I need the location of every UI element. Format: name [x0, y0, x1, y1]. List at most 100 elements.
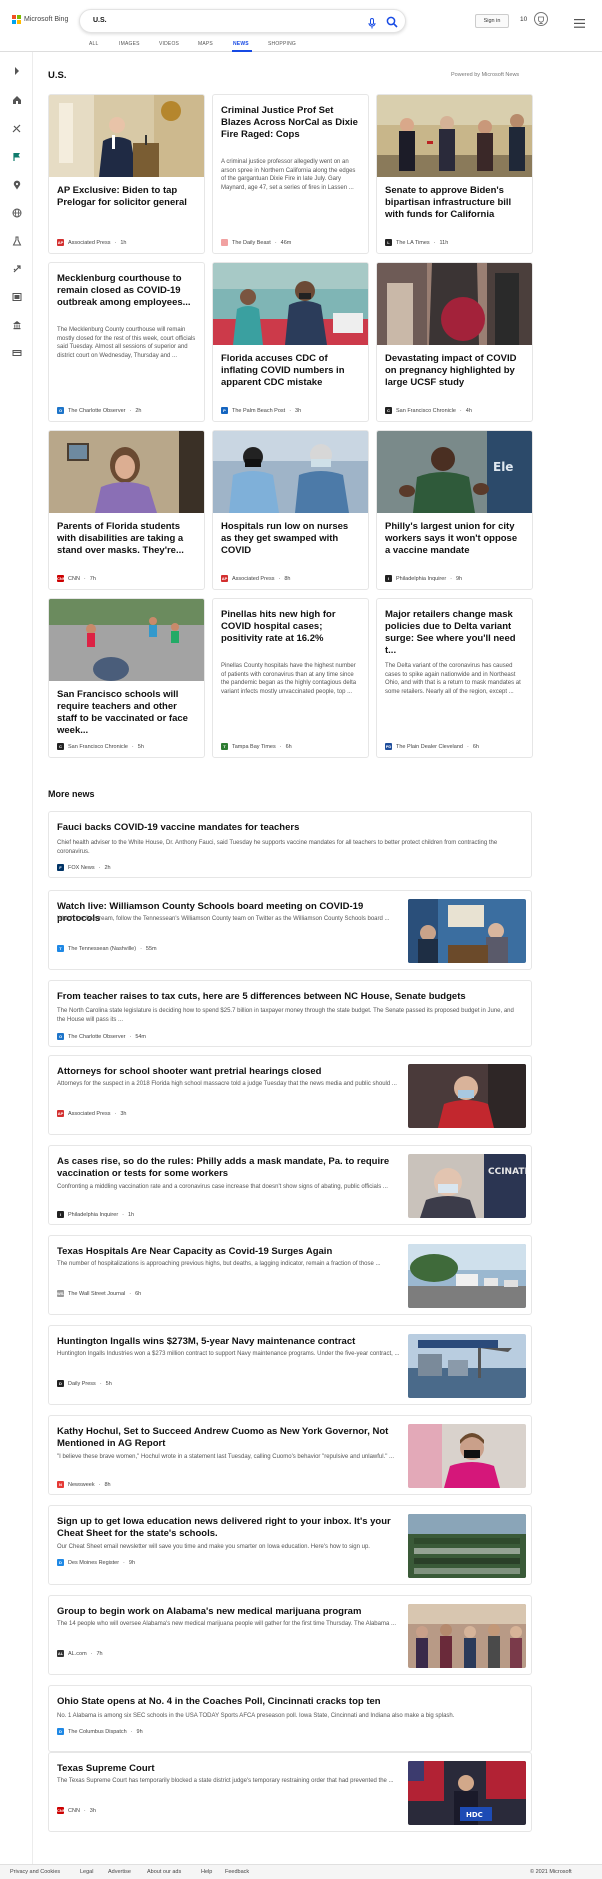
tab-shopping[interactable]: SHOPPING	[268, 41, 296, 47]
collapse-arrow-icon[interactable]	[11, 65, 22, 76]
list-item-title[interactable]: Group to begin work on Alabama's new med…	[57, 1606, 402, 1618]
card-title[interactable]: San Francisco schools will require teach…	[57, 689, 197, 737]
entertainment-icon[interactable]	[11, 291, 22, 302]
footer-link-help[interactable]: Help	[201, 1869, 212, 1875]
card-source: I Philadelphia Inquirer · 9h	[385, 575, 462, 582]
card-title[interactable]: Parents of Florida students with disabil…	[57, 521, 197, 557]
news-card[interactable]: Hospitals run low on nurses as they get …	[212, 430, 369, 590]
sign-in-button[interactable]: Sign in	[475, 14, 509, 28]
footer-link-privacy[interactable]: Privacy and Cookies	[10, 1869, 60, 1875]
world-icon[interactable]	[11, 207, 22, 218]
news-list-item[interactable]: From teacher raises to tax cuts, here ar…	[48, 980, 532, 1047]
card-title[interactable]: Criminal Justice Prof Set Blazes Across …	[221, 105, 361, 141]
news-card[interactable]: Senate to approve Biden's bipartisan inf…	[376, 94, 533, 254]
card-source: CNN CNN · 7h	[57, 575, 96, 582]
list-item-title[interactable]: From teacher raises to tax cuts, here ar…	[57, 991, 522, 1003]
footer-link-legal[interactable]: Legal	[80, 1869, 93, 1875]
card-image: Ele	[377, 431, 532, 513]
location-icon[interactable]	[11, 179, 22, 190]
list-item-image	[408, 1244, 526, 1308]
list-item-title[interactable]: Sign up to get Iowa education news deliv…	[57, 1516, 402, 1541]
footer-link-advertise[interactable]: Advertise	[108, 1869, 131, 1875]
article-age: 6h	[135, 1290, 142, 1297]
news-list-item[interactable]: Sign up to get Iowa education news deliv…	[48, 1505, 532, 1585]
list-item-title[interactable]: Attorneys for school shooter want pretri…	[57, 1066, 402, 1078]
microphone-icon[interactable]	[368, 16, 376, 34]
footer-link-about-ads[interactable]: About our ads	[147, 1869, 181, 1875]
news-card[interactable]: Florida accuses CDC of inflating COVID n…	[212, 262, 369, 422]
news-card[interactable]: Parents of Florida students with disabil…	[48, 430, 205, 590]
tab-images[interactable]: IMAGES	[119, 41, 140, 47]
list-item-image	[408, 1604, 526, 1668]
brand-name: Microsoft Bing	[24, 16, 69, 23]
rewards-trophy-icon[interactable]	[534, 12, 548, 26]
news-card[interactable]: AP Exclusive: Biden to tap Prelogar for …	[48, 94, 205, 254]
sports-icon[interactable]	[11, 123, 22, 134]
news-card[interactable]: Criminal Justice Prof Set Blazes Across …	[212, 94, 369, 254]
business-icon[interactable]	[11, 319, 22, 330]
search-icon[interactable]	[386, 15, 398, 33]
news-list-item[interactable]: Huntington Ingalls wins $273M, 5-year Na…	[48, 1325, 532, 1405]
news-list-item[interactable]: Group to begin work on Alabama's new med…	[48, 1595, 532, 1675]
card-title[interactable]: Hospitals run low on nurses as they get …	[221, 521, 361, 557]
bing-logo[interactable]: Microsoft Bing	[12, 15, 68, 24]
news-list-item[interactable]: Texas Hospitals Are Near Capacity as Cov…	[48, 1235, 532, 1315]
news-list-item[interactable]: Texas Supreme Court The Texas Supreme Co…	[48, 1752, 532, 1832]
news-card[interactable]: Devastating impact of COVID on pregnancy…	[376, 262, 533, 422]
news-list-item[interactable]: As cases rise, so do the rules: Philly a…	[48, 1145, 532, 1225]
footer-link-feedback[interactable]: Feedback	[225, 1869, 249, 1875]
card-title[interactable]: AP Exclusive: Biden to tap Prelogar for …	[57, 185, 197, 209]
hamburger-menu-icon[interactable]	[574, 15, 585, 33]
card-title[interactable]: Senate to approve Biden's bipartisan inf…	[385, 185, 525, 221]
list-item-title[interactable]: Texas Hospitals Are Near Capacity as Cov…	[57, 1246, 402, 1258]
source-name: The Columbus Dispatch	[68, 1728, 127, 1735]
tab-news[interactable]: NEWS	[233, 41, 249, 47]
source-name: The Daily Beast	[232, 239, 271, 246]
card-title[interactable]: Mecklenburg courthouse to remain closed …	[57, 273, 197, 309]
news-card[interactable]: Major retailers change mask policies due…	[376, 598, 533, 758]
list-item-title[interactable]: Ohio State opens at No. 4 in the Coaches…	[57, 1696, 522, 1708]
home-icon[interactable]	[11, 94, 22, 105]
search-input[interactable]: U.S.	[93, 17, 107, 24]
science-icon[interactable]	[11, 235, 22, 246]
list-item-source: N Newsweek · 8h	[57, 1481, 111, 1488]
list-item-title[interactable]: Fauci backs COVID-19 vaccine mandates fo…	[57, 822, 522, 834]
card-title[interactable]: Major retailers change mask policies due…	[385, 609, 525, 657]
tab-videos[interactable]: VIDEOS	[159, 41, 179, 47]
list-item-source: D Des Moines Register · 9h	[57, 1559, 135, 1566]
rewards-points[interactable]: 10	[520, 16, 527, 23]
list-item-title[interactable]: Texas Supreme Court	[57, 1763, 402, 1775]
news-card[interactable]: Pinellas hits new high for COVID hospita…	[212, 598, 369, 758]
list-item-title[interactable]: Kathy Hochul, Set to Succeed Andrew Cuom…	[57, 1426, 402, 1451]
list-item-image	[408, 899, 526, 963]
source-logo-icon: F	[57, 864, 64, 871]
source-logo-icon: D	[57, 1559, 64, 1566]
news-list-item[interactable]: Ohio State opens at No. 4 in the Coaches…	[48, 1685, 532, 1752]
card-source: The Daily Beast · 46m	[221, 239, 291, 246]
money-icon[interactable]	[11, 347, 22, 358]
news-card[interactable]: Ele Philly's largest union for city work…	[376, 430, 533, 590]
source-logo-icon: I	[385, 575, 392, 582]
technology-icon[interactable]	[11, 263, 22, 274]
card-title[interactable]: Philly's largest union for city workers …	[385, 521, 525, 557]
card-title[interactable]: Florida accuses CDC of inflating COVID n…	[221, 353, 361, 389]
news-card[interactable]: San Francisco schools will require teach…	[48, 598, 205, 758]
news-list-item[interactable]: Attorneys for school shooter want pretri…	[48, 1055, 532, 1135]
news-list-item[interactable]: Watch live: Williamson County Schools bo…	[48, 890, 532, 970]
news-list-item[interactable]: Fauci backs COVID-19 vaccine mandates fo…	[48, 811, 532, 878]
tab-maps[interactable]: MAPS	[198, 41, 213, 47]
list-item-source: T The Tennessean (Nashville) · 55m	[57, 945, 157, 952]
search-box[interactable]: U.S.	[79, 9, 406, 33]
news-card[interactable]: Mecklenburg courthouse to remain closed …	[48, 262, 205, 422]
list-item-title[interactable]: Huntington Ingalls wins $273M, 5-year Na…	[57, 1336, 402, 1348]
news-list-item[interactable]: Kathy Hochul, Set to Succeed Andrew Cuom…	[48, 1415, 532, 1495]
powered-by-label[interactable]: Powered by Microsoft News	[451, 72, 519, 78]
list-item-snippet: Our Cheat Sheet email newsletter will sa…	[57, 1544, 370, 1550]
flag-icon[interactable]	[11, 151, 22, 162]
list-item-snippet: Attorneys for the suspect in a 2018 Flor…	[57, 1081, 397, 1087]
source-name: Philadelphia Inquirer	[68, 1211, 119, 1218]
tab-all[interactable]: ALL	[89, 41, 99, 47]
card-title[interactable]: Devastating impact of COVID on pregnancy…	[385, 353, 525, 389]
list-item-title[interactable]: As cases rise, so do the rules: Philly a…	[57, 1156, 402, 1181]
card-title[interactable]: Pinellas hits new high for COVID hospita…	[221, 609, 361, 645]
